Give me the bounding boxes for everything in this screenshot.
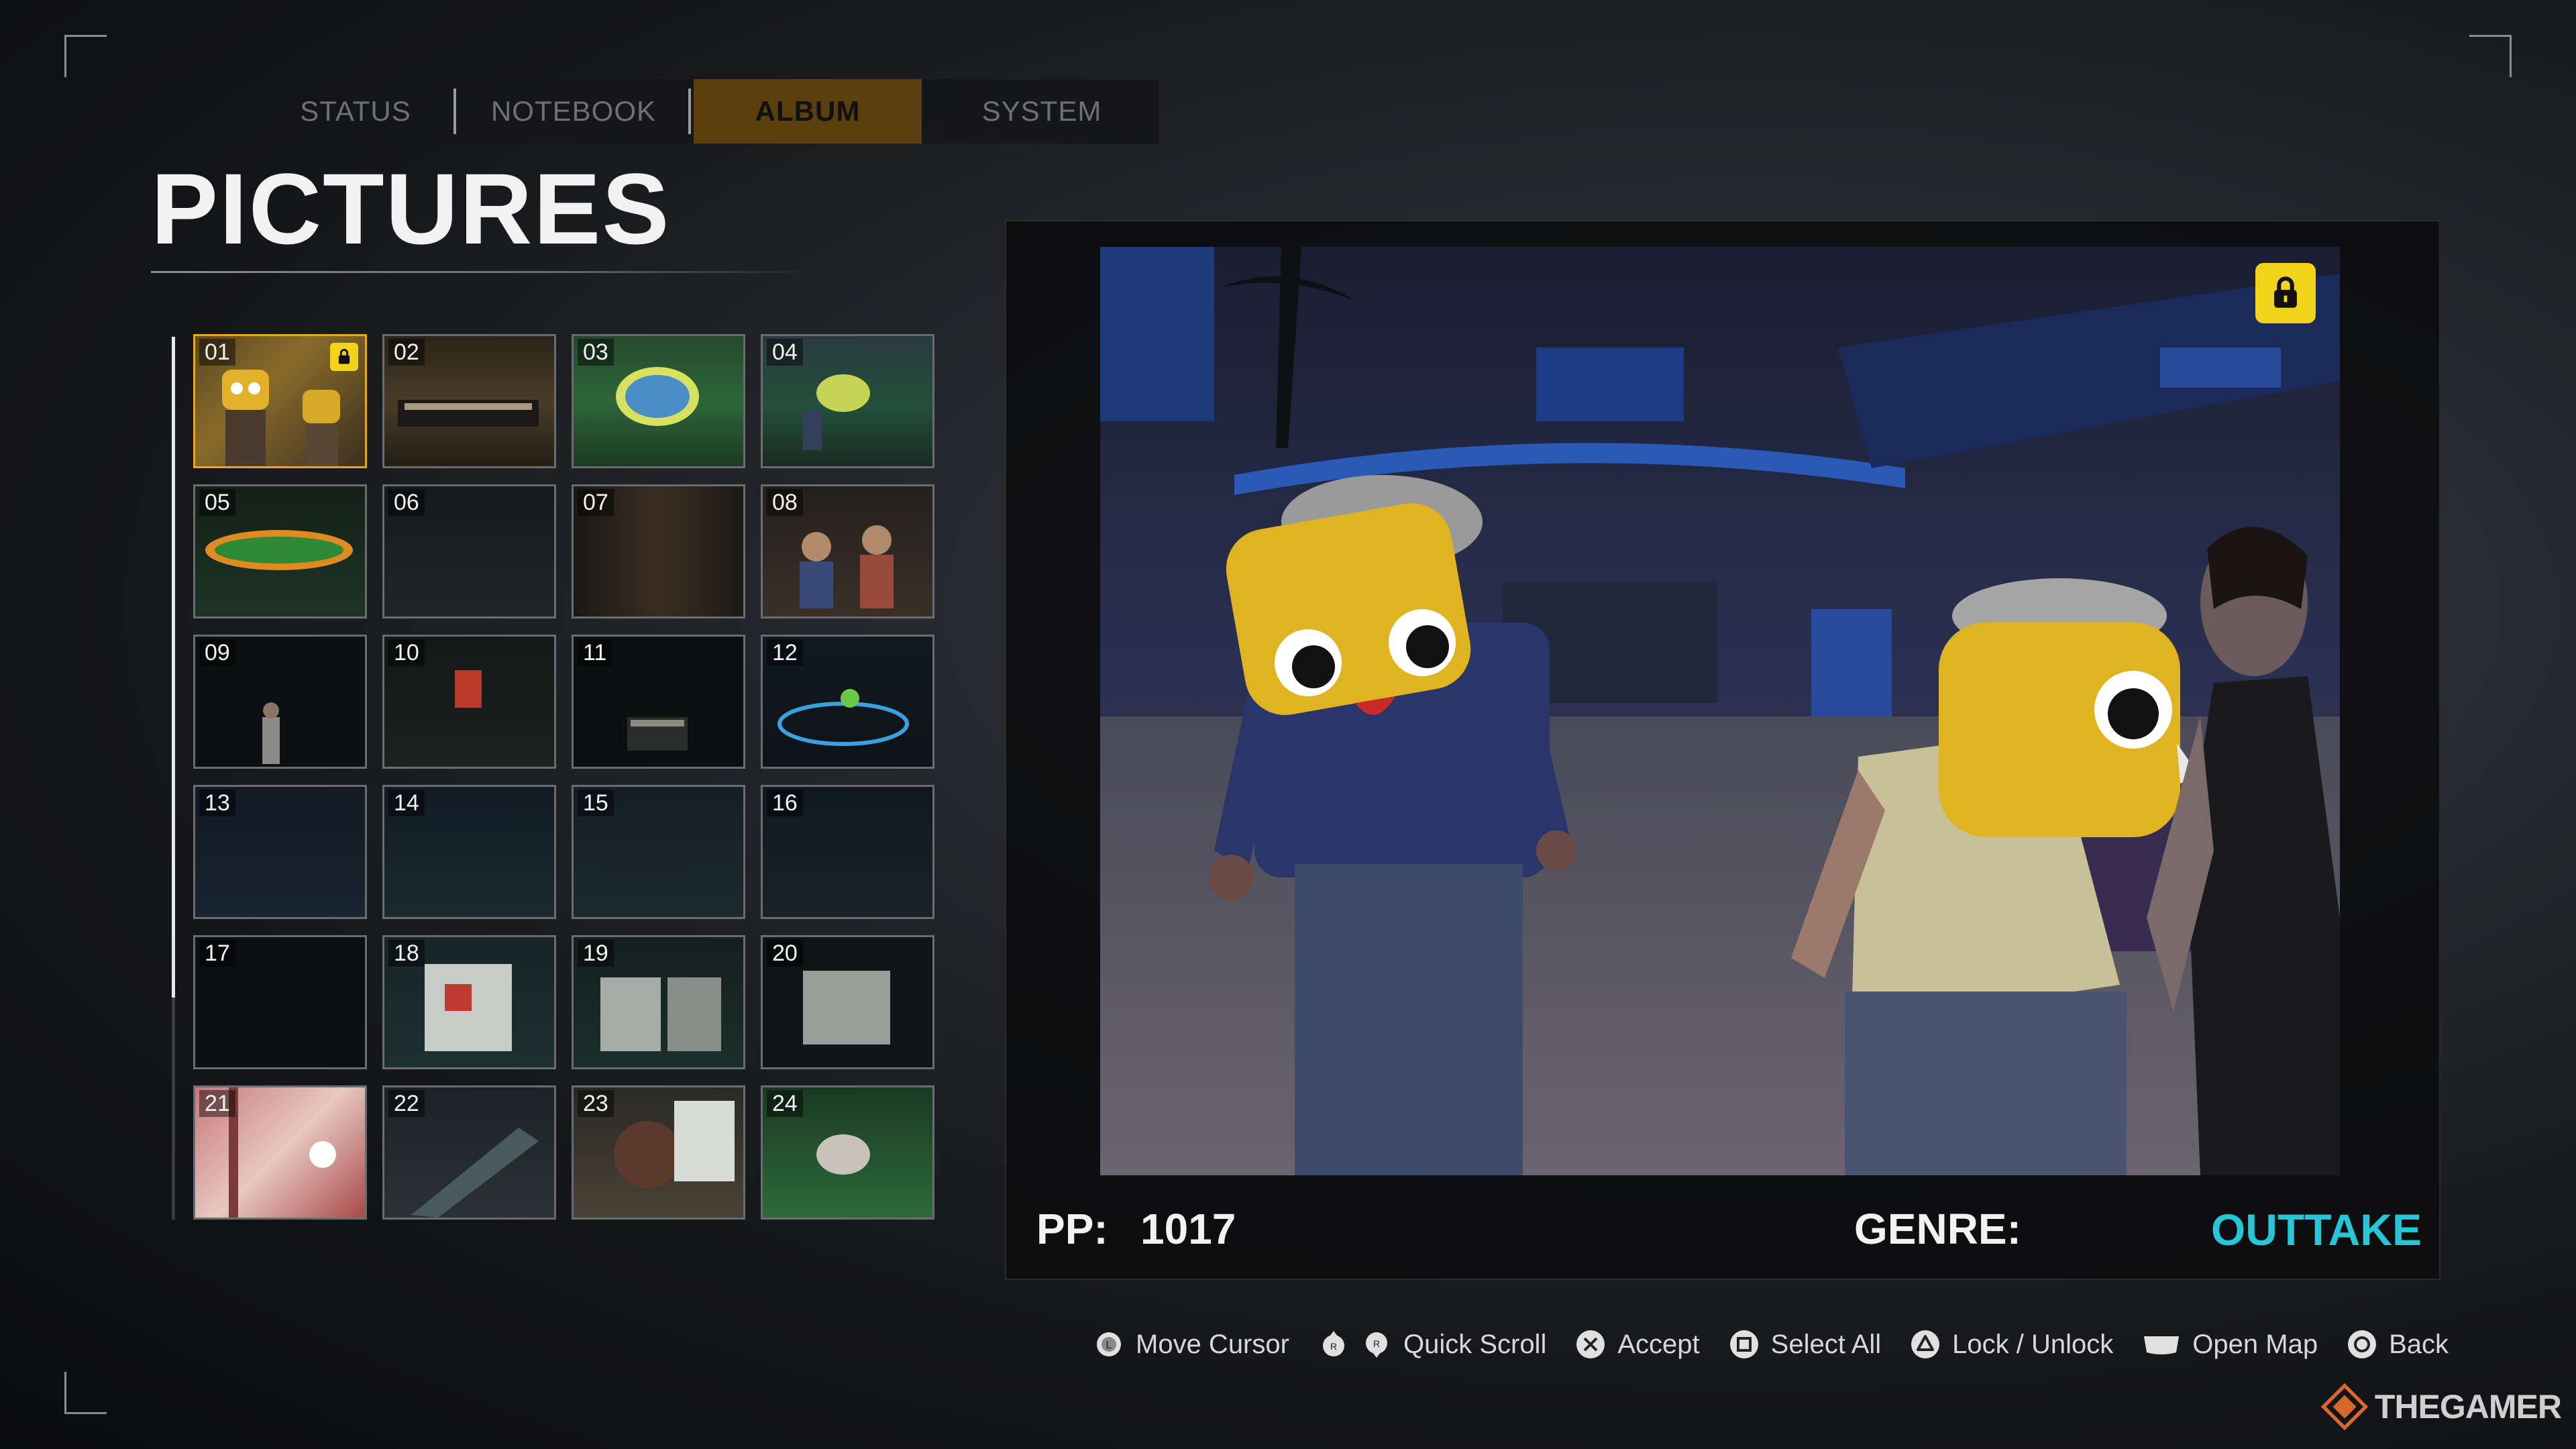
triangle-button-icon [1909, 1328, 1941, 1360]
picture-thumbnail[interactable]: 19 [572, 935, 745, 1069]
picture-thumbnail[interactable]: 02 [382, 334, 556, 468]
title-divider [151, 271, 815, 273]
picture-thumbnail[interactable]: 23 [572, 1085, 745, 1220]
picture-thumbnail[interactable]: 03 [572, 334, 745, 468]
svg-text:R: R [1373, 1338, 1380, 1349]
hint-label: Move Cursor [1136, 1329, 1289, 1359]
thumbnail-number: 24 [767, 1090, 803, 1117]
thumbnail-number: 22 [388, 1090, 425, 1117]
watermark-text: THEGAMER [2374, 1388, 2562, 1426]
picture-thumbnail[interactable]: 09 [193, 635, 367, 769]
hint-lock-unlock[interactable]: Lock / Unlock [1909, 1328, 2113, 1360]
svg-text:L: L [1106, 1340, 1112, 1351]
thumbnail-number: 07 [578, 489, 614, 516]
menu-tab-bar: STATUS NOTEBOOK ALBUM SYSTEM [255, 79, 1159, 144]
tab-system[interactable]: SYSTEM [924, 79, 1159, 144]
hint-label: Back [2389, 1329, 2449, 1359]
thumbnail-number: 10 [388, 639, 425, 666]
picture-thumbnail[interactable]: 24 [761, 1085, 934, 1220]
thumbnail-number: 16 [767, 790, 803, 816]
thumbnail-number: 18 [388, 940, 425, 967]
thumbnail-number: 21 [199, 1090, 235, 1117]
picture-thumbnail[interactable]: 18 [382, 935, 556, 1069]
thumbnail-number: 06 [388, 489, 425, 516]
genre-label: GENRE: [1854, 1205, 2021, 1253]
thumbnail-number: 17 [199, 940, 235, 967]
hint-open-map[interactable]: Open Map [2141, 1328, 2318, 1360]
thumbnail-number: 09 [199, 639, 235, 666]
thumbnail-number: 13 [199, 790, 235, 816]
thumbnail-number: 23 [578, 1090, 614, 1117]
thegamer-watermark: THEGAMER [2320, 1383, 2562, 1430]
tab-notebook[interactable]: NOTEBOOK [456, 79, 691, 144]
thumbnail-number: 14 [388, 790, 425, 816]
cross-button-icon [1574, 1328, 1607, 1360]
picture-thumbnail[interactable]: 08 [761, 484, 934, 619]
picture-thumbnail[interactable]: 15 [572, 785, 745, 919]
thumbnail-number: 04 [767, 339, 803, 366]
picture-grid: 01 02 03 04 05 06 07 08 09 10 11 12 13 1… [193, 334, 934, 1220]
thumbnail-number: 20 [767, 940, 803, 967]
hint-select-all[interactable]: Select All [1728, 1328, 1882, 1360]
picture-thumbnail[interactable]: 05 [193, 484, 367, 619]
preview-lock-icon [2255, 263, 2316, 323]
thumbnail-number: 08 [767, 489, 803, 516]
hint-label: Open Map [2192, 1329, 2318, 1359]
thumbnail-number: 02 [388, 339, 425, 366]
thumbnail-number: 12 [767, 639, 803, 666]
hint-label: Select All [1770, 1329, 1882, 1359]
svg-text:R: R [1330, 1341, 1337, 1352]
hint-label: Accept [1617, 1329, 1700, 1359]
hint-label: Quick Scroll [1403, 1329, 1547, 1359]
square-button-icon [1728, 1328, 1760, 1360]
picture-thumbnail[interactable]: 10 [382, 635, 556, 769]
r-stick-up-icon: R [1318, 1328, 1350, 1360]
page-title: PICTURES [151, 152, 671, 265]
thumbnail-number: 01 [199, 339, 235, 366]
hint-quick-scroll[interactable]: R R Quick Scroll [1318, 1328, 1546, 1360]
thumbnail-number: 05 [199, 489, 235, 516]
picture-thumbnail[interactable]: 13 [193, 785, 367, 919]
thumbnail-number: 19 [578, 940, 614, 967]
thumbnail-number: 03 [578, 339, 614, 366]
picture-thumbnail[interactable]: 17 [193, 935, 367, 1069]
picture-thumbnail[interactable]: 01 [193, 334, 367, 468]
picture-thumbnail[interactable]: 22 [382, 1085, 556, 1220]
corner-bracket-top-left [64, 35, 107, 77]
tab-status[interactable]: STATUS [255, 79, 456, 144]
hint-accept[interactable]: Accept [1574, 1328, 1700, 1360]
picture-thumbnail[interactable]: 21 [193, 1085, 367, 1220]
genre-value: OUTTAKE [2210, 1205, 2422, 1254]
picture-thumbnail[interactable]: 12 [761, 635, 934, 769]
preview-photo [1100, 247, 2340, 1175]
picture-thumbnail[interactable]: 04 [761, 334, 934, 468]
hint-label: Lock / Unlock [1952, 1329, 2114, 1359]
left-stick-icon: L [1093, 1328, 1125, 1360]
thumbnail-number: 11 [578, 639, 612, 666]
pp-label: PP: [1036, 1205, 1108, 1253]
r-stick-down-icon: R [1360, 1328, 1393, 1360]
picture-thumbnail[interactable]: 16 [761, 785, 934, 919]
corner-bracket-bottom-left [64, 1372, 107, 1414]
hint-move-cursor[interactable]: L Move Cursor [1093, 1328, 1289, 1360]
thegamer-logo-icon [2320, 1383, 2368, 1430]
picture-thumbnail[interactable]: 06 [382, 484, 556, 619]
picture-thumbnail[interactable]: 11 [572, 635, 745, 769]
lock-icon [330, 343, 358, 371]
circle-button-icon [2346, 1328, 2378, 1360]
hint-back[interactable]: Back [2346, 1328, 2449, 1360]
tab-album[interactable]: ALBUM [694, 79, 922, 144]
corner-bracket-top-right [2469, 35, 2512, 77]
pp-value: 1017 [1140, 1205, 1236, 1253]
picture-thumbnail[interactable]: 14 [382, 785, 556, 919]
scrollbar-thumb[interactable] [172, 337, 175, 998]
picture-thumbnail[interactable]: 07 [572, 484, 745, 619]
touchpad-icon [2141, 1328, 2182, 1360]
control-hints: L Move Cursor R R Quick Scroll Accept Se… [1093, 1318, 2449, 1371]
picture-thumbnail[interactable]: 20 [761, 935, 934, 1069]
thumbnail-number: 15 [578, 790, 614, 816]
